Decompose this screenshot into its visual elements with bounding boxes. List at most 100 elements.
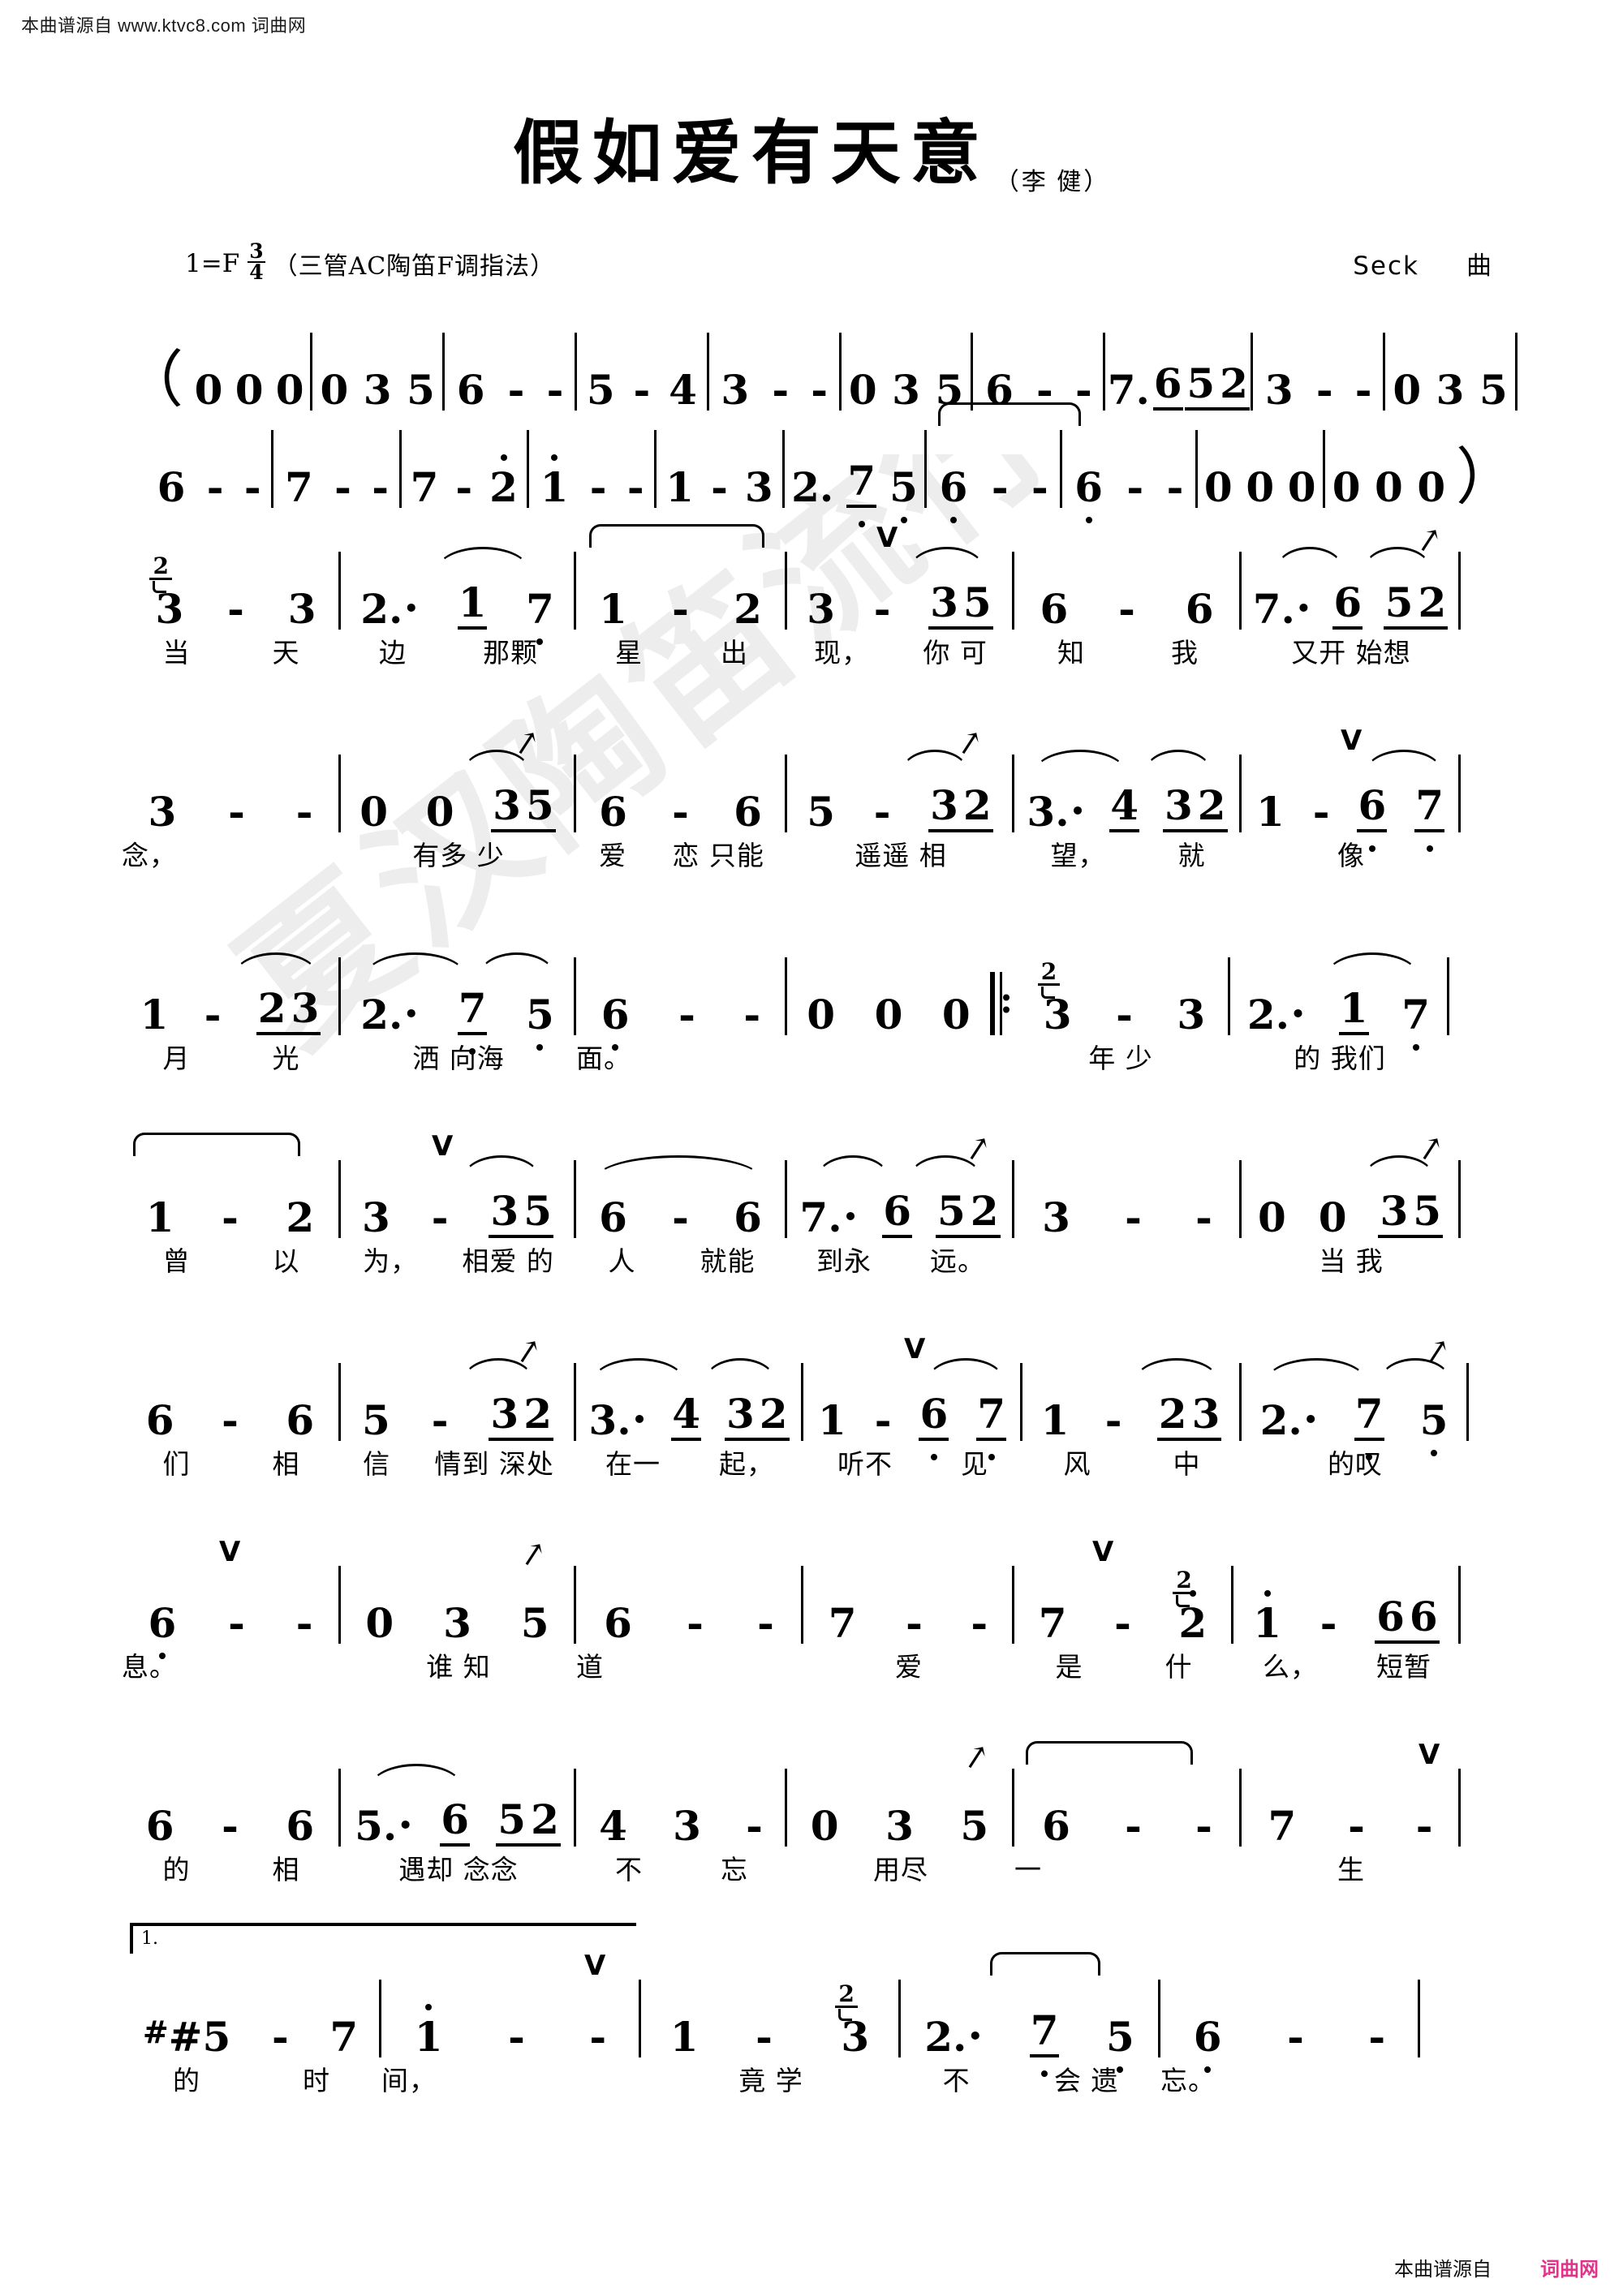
measure: V 7 - 2 2 xyxy=(1014,1538,1233,1644)
note: 3 xyxy=(892,366,920,414)
note-dash: - xyxy=(507,366,525,414)
note: 2 2 xyxy=(1173,1569,1208,1644)
note: 3 xyxy=(1436,366,1465,414)
staff-intro-1: （ 0 0 0 0 3 5 6 - - 5 - 4 3 - - 0 3 5 6 … xyxy=(122,333,1518,411)
note: 5 xyxy=(407,366,435,414)
note: 0 xyxy=(1203,463,1233,511)
note: 6 xyxy=(599,1193,627,1241)
note-dash: - xyxy=(1125,1193,1142,1241)
lyric: 月 xyxy=(162,1043,191,1074)
lyric-cell: 不 忘 xyxy=(576,1847,787,1889)
measure: 1 - 3 xyxy=(657,430,785,508)
measure: 1 - 2 3 xyxy=(1022,1358,1242,1444)
note-dash: - xyxy=(672,585,689,633)
measure: 1 - - xyxy=(529,430,657,508)
note: 6 xyxy=(985,366,1014,414)
note: 2 3 xyxy=(1037,961,1073,1035)
measure: ↗ 0 0 3 5 xyxy=(341,722,576,832)
note-dash: - xyxy=(372,463,389,511)
note: 0 xyxy=(1417,463,1446,511)
note: 5 xyxy=(935,366,964,414)
tie-bracket xyxy=(1026,1741,1193,1765)
lyric: 起， xyxy=(719,1448,774,1480)
staff-line-7: 6 - 6 5. 6 5 2 4 3 - ↗ 0 3 5 6 - xyxy=(122,1736,1518,1889)
measure: 6 - - xyxy=(1062,430,1198,523)
lyric-row: 曾 以 为， 相爱 的 人 就能 到永 远。 当 我 xyxy=(122,1238,1518,1280)
note: 0 xyxy=(275,366,304,414)
measure: 1 - 2 xyxy=(576,524,787,633)
bend-arrow: ↗ xyxy=(960,1128,995,1170)
lyric: 当 xyxy=(162,637,191,669)
note: 0 xyxy=(1375,463,1403,511)
staff-line-3: 1 - 2 3 2. 7 5 6 - - 0 0 0 xyxy=(122,952,1518,1077)
note-dash: - xyxy=(873,788,891,836)
lyric-cell: 是 什 xyxy=(1014,1644,1233,1686)
note: 7 xyxy=(1401,991,1431,1051)
note: 7 xyxy=(284,463,313,511)
lyric: 短暂 xyxy=(1376,1651,1431,1683)
slur xyxy=(704,1358,776,1382)
lyric-row: 们 相 信 情到 深处 在一 起， 听不 见 风 中 的叹 xyxy=(122,1441,1518,1483)
two-bracket-hook xyxy=(1040,987,1055,999)
note-dash: - xyxy=(687,1599,704,1647)
bend-arrow: ↗ xyxy=(1411,519,1446,561)
staff-intro-2: 6 - - 7 - - 7 - 2 1 - - 1 - 3 2. 7 5 6 -… xyxy=(122,402,1518,527)
note: 5 xyxy=(889,463,918,523)
lyric-cell: 遇却 念念 xyxy=(341,1847,576,1889)
measure: 0 3 5 xyxy=(842,333,974,411)
key-signature: 1=F xyxy=(185,248,240,278)
breath-mark: V xyxy=(1092,1536,1114,1568)
measure: 6 - 6 xyxy=(576,755,787,832)
note: 2 3 xyxy=(149,555,184,630)
note: 6 xyxy=(1040,585,1069,633)
lyric: 遥遥 相 xyxy=(855,840,947,871)
beam-group: 3 2 xyxy=(1162,785,1228,832)
lyric-cell: 现， 你 可 xyxy=(787,630,1014,672)
slur xyxy=(1034,750,1126,773)
two-bracket: 2 xyxy=(1173,1569,1195,1607)
lyric: 竟 学 xyxy=(738,2065,803,2096)
note-dash: - xyxy=(811,366,829,414)
slur xyxy=(1144,750,1212,773)
bend-arrow: ↗ xyxy=(509,722,544,764)
lyric: 洒 向海 xyxy=(412,1043,505,1074)
two-bracket-hook xyxy=(1176,1595,1190,1607)
measure: V 1 - 6 7 xyxy=(803,1335,1022,1460)
lyric: 忘 xyxy=(721,1854,748,1885)
note: 5 xyxy=(586,366,615,414)
note: 0 xyxy=(235,366,264,414)
note: 4 xyxy=(669,366,697,414)
note: 3 xyxy=(287,585,316,633)
note: 6 xyxy=(1409,1593,1438,1640)
lyric: 像 xyxy=(1337,840,1365,871)
lyric: 相爱 的 xyxy=(462,1245,554,1277)
breath-mark: V xyxy=(584,1950,606,1982)
footer-watermark: 本曲谱源自 词曲网 xyxy=(1394,2253,1599,2281)
two-bracket-hook xyxy=(153,581,167,593)
lyric: 息。 xyxy=(122,1651,177,1683)
notes-row: 1 - 2 V 3 - 3 5 6 - 6 ↗ 7. 6 5 xyxy=(122,1128,1518,1241)
note: 0 xyxy=(194,366,223,414)
lyric: 什 xyxy=(1165,1651,1193,1683)
note: 3 xyxy=(1191,1390,1220,1438)
note: 5 xyxy=(1105,2013,1134,2073)
note: 2 xyxy=(489,454,518,511)
note: 0 xyxy=(1332,463,1361,511)
measure: 1 - 2 3 xyxy=(122,952,341,1035)
lyric: 遇却 念念 xyxy=(398,1854,519,1885)
lyric: 到永 xyxy=(816,1245,872,1277)
time-signature-denominator: 4 xyxy=(249,260,264,284)
note: 6 xyxy=(148,1599,177,1659)
note: 2 xyxy=(523,1390,552,1438)
lyric: 不 xyxy=(615,1854,643,1885)
lyric: 的 我们 xyxy=(1294,1043,1386,1074)
note: 0 xyxy=(1257,1193,1286,1241)
measure: 3 - - xyxy=(1253,333,1386,411)
measure: 0 3 5 xyxy=(312,333,446,414)
note-dash: - xyxy=(295,1599,313,1647)
lyric: 相 xyxy=(272,1448,300,1480)
measure: V 3 - 3 5 xyxy=(341,1133,576,1238)
note-dash: - xyxy=(228,788,245,836)
beam-group: 3 5 xyxy=(491,785,556,832)
note-dash: - xyxy=(1104,1396,1122,1444)
